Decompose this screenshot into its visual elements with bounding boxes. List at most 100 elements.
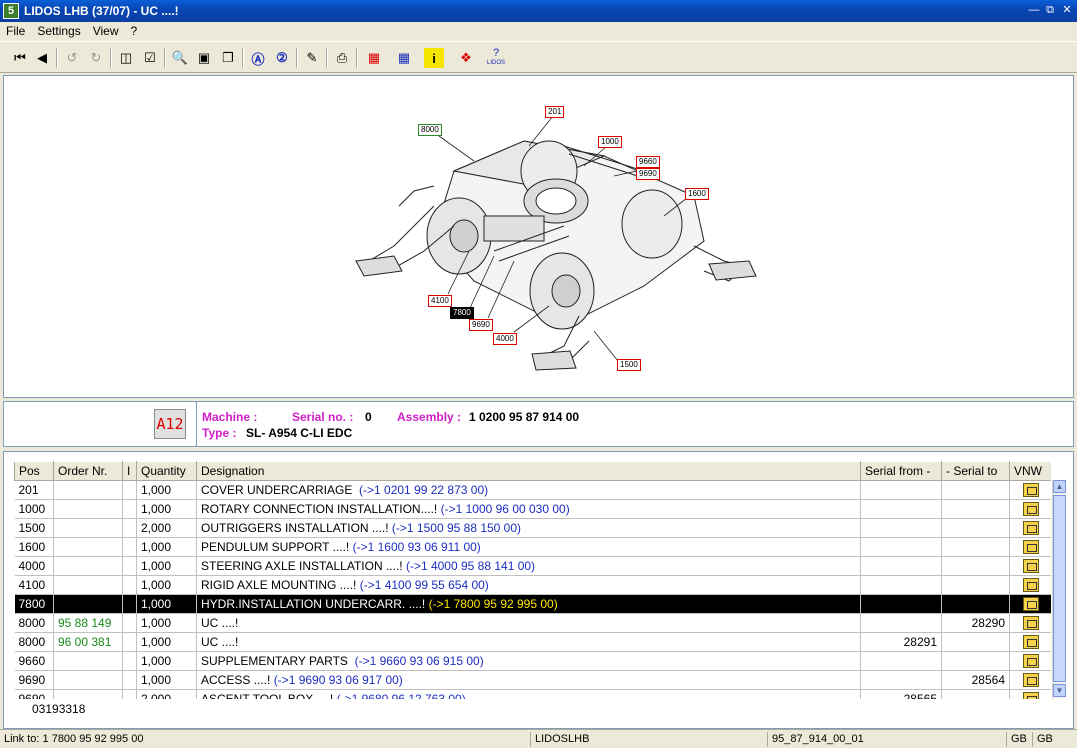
cell-order (53, 594, 123, 614)
close-icon[interactable]: ✕ (1060, 4, 1074, 18)
col-designation[interactable]: Designation (196, 461, 861, 481)
minimize-icon[interactable]: — (1027, 4, 1041, 18)
callout-1500[interactable]: 1500 (617, 359, 641, 371)
designation-text: COVER UNDERCARRIAGE (201, 483, 360, 497)
vnw-icon[interactable] (1022, 521, 1039, 536)
table-row[interactable]: 7800 1,000 HYDR.INSTALLATION UNDERCARR. ..… (14, 594, 1051, 614)
callout-7800[interactable]: 7800 (450, 307, 474, 319)
designation-text: OUTRIGGERS INSTALLATION ....! (201, 521, 392, 535)
assembly-link[interactable]: (->1 1600 93 06 911 00) (353, 540, 481, 554)
page-copy-icon[interactable]: ❐ (218, 48, 238, 68)
callout-8000[interactable]: 8000 (418, 124, 442, 136)
print-icon[interactable]: ⎙ (332, 48, 352, 68)
restore-icon[interactable]: ⧉ (1043, 4, 1057, 18)
callout-9690-bottom[interactable]: 9690 (469, 319, 493, 331)
search-a-icon[interactable]: Ⓐ (248, 48, 268, 68)
menu-view[interactable]: View (87, 22, 125, 38)
window-title: LIDOS LHB (37/07) - UC ....! (24, 4, 179, 18)
cell-pos: 201 (14, 480, 54, 500)
table-row[interactable]: 201 1,000 COVER UNDERCARRIAGE (->1 0201 99… (14, 480, 1051, 500)
scroll-thumb[interactable] (1053, 495, 1066, 682)
cell-order (53, 518, 123, 538)
vnw-icon[interactable] (1022, 616, 1039, 631)
vnw-icon[interactable] (1022, 692, 1039, 699)
table-row[interactable]: 1600 1,000 PENDULUM SUPPORT ....! (->1 160… (14, 537, 1051, 557)
assembly-link[interactable]: (->1 4000 95 88 141 00) (406, 559, 535, 573)
menu-settings[interactable]: Settings (31, 22, 86, 38)
assembly-link[interactable]: (->1 9690 93 06 917 00) (274, 673, 403, 687)
cell-i (122, 575, 137, 595)
back-icon[interactable]: ↺ (62, 48, 82, 68)
table-row[interactable]: 9660 1,000 SUPPLEMENTARY PARTS (->1 9660 9… (14, 651, 1051, 671)
vnw-icon[interactable] (1022, 635, 1039, 650)
first-icon[interactable]: ⏮ (10, 48, 30, 68)
assembly-link[interactable]: (->1 9660 93 06 915 00) (355, 654, 484, 668)
vnw-icon[interactable] (1022, 673, 1039, 688)
lidos-help-icon[interactable]: ? LIDOS (486, 48, 506, 68)
assembly-link[interactable]: (->1 7800 95 92 995 00) (429, 597, 558, 611)
col-i[interactable]: I (122, 461, 137, 481)
cell-designation: HYDR.INSTALLATION UNDERCARR. ....! (->1 … (196, 594, 861, 614)
page-icon[interactable]: ▣ (194, 48, 214, 68)
table-row[interactable]: 4000 1,000 STEERING AXLE INSTALLATION ....… (14, 556, 1051, 576)
cell-serial-to: 28564 (941, 670, 1010, 690)
parts-table: Pos Order Nr. I Quantity Designation Ser… (14, 461, 1051, 699)
cell-pos: 1600 (14, 537, 54, 557)
vnw-icon[interactable] (1022, 540, 1039, 555)
forward-icon[interactable]: ↻ (86, 48, 106, 68)
menu-help[interactable]: ? (125, 22, 144, 38)
assembly-link[interactable]: (->1 1000 96 00 030 00) (441, 502, 570, 516)
table-row[interactable]: 8000 96 00 381 1,000 UC ....! 28291 (14, 632, 1051, 652)
grid-blue-icon[interactable]: ▦ (394, 48, 414, 68)
assembly-link[interactable]: (->1 4100 99 55 654 00) (360, 578, 489, 592)
col-pos[interactable]: Pos (14, 461, 54, 481)
callout-4000[interactable]: 4000 (493, 333, 517, 345)
col-order[interactable]: Order Nr. (53, 461, 123, 481)
callout-1000[interactable]: 1000 (598, 136, 622, 148)
prev-icon[interactable]: ◀ (32, 48, 52, 68)
cell-designation: UC ....! (196, 613, 861, 633)
edit-icon[interactable]: ✎ (302, 48, 322, 68)
vnw-icon[interactable] (1022, 502, 1039, 517)
exploded-drawing[interactable]: 201 8000 1000 9660 9690 1600 4100 7800 9… (3, 75, 1074, 398)
callout-1600[interactable]: 1600 (685, 188, 709, 200)
table-row[interactable]: 1000 1,000 ROTARY CONNECTION INSTALLATION.… (14, 499, 1051, 519)
callout-201[interactable]: 201 (545, 106, 565, 118)
scroll-up-icon[interactable]: ▲ (1053, 480, 1066, 493)
callout-9660[interactable]: 9660 (636, 156, 660, 168)
callout-4100[interactable]: 4100 (428, 295, 452, 307)
table-row[interactable]: 9690 2,000 ASCENT TOOL BOX ....! (->1 9680… (14, 689, 1051, 699)
grid-red-icon[interactable]: ▦ (364, 48, 384, 68)
col-vnw[interactable]: VNW (1009, 461, 1051, 481)
vnw-icon[interactable] (1022, 559, 1039, 574)
info-icon[interactable]: i (424, 48, 444, 68)
table-row[interactable]: 9690 1,000 ACCESS ....! (->1 9690 93 06 91… (14, 670, 1051, 690)
table-row[interactable]: 8000 95 88 149 1,000 UC ....! 28290 (14, 613, 1051, 633)
handshake-icon[interactable]: ❖ (456, 48, 476, 68)
table-row[interactable]: 4100 1,000 RIGID AXLE MOUNTING ....! (->1 … (14, 575, 1051, 595)
machine-label: Machine : (202, 410, 258, 424)
type-label: Type : (202, 426, 237, 440)
col-serial-from[interactable]: Serial from - (860, 461, 942, 481)
menu-file[interactable]: File (0, 22, 31, 38)
vnw-icon[interactable] (1022, 483, 1039, 498)
page-code-button[interactable]: A12 (154, 409, 186, 439)
assembly-link[interactable]: (->1 1500 95 88 150 00) (392, 521, 521, 535)
checklist-icon[interactable]: ☑ (140, 48, 160, 68)
col-serial-to[interactable]: - Serial to (941, 461, 1010, 481)
col-quantity[interactable]: Quantity (136, 461, 197, 481)
callout-9690-top[interactable]: 9690 (636, 168, 660, 180)
vnw-icon[interactable] (1022, 578, 1039, 593)
designation-text: STEERING AXLE INSTALLATION ....! (201, 559, 406, 573)
search-2-icon[interactable]: ② (272, 48, 292, 68)
vnw-icon[interactable] (1022, 597, 1039, 612)
table-scrollbar[interactable]: ▲ ▼ (1052, 480, 1066, 699)
cell-serial-to (941, 537, 1010, 557)
scroll-down-icon[interactable]: ▼ (1053, 684, 1066, 697)
assembly-link[interactable]: (->1 0201 99 22 873 00) (359, 483, 488, 497)
basket-icon[interactable]: ◫ (116, 48, 136, 68)
vnw-icon[interactable] (1022, 654, 1039, 669)
assembly-link[interactable]: (->1 9680 96 12 763 00) (337, 692, 466, 699)
zoom-icon[interactable]: 🔍 (170, 48, 190, 68)
table-row[interactable]: 1500 2,000 OUTRIGGERS INSTALLATION ....! (… (14, 518, 1051, 538)
